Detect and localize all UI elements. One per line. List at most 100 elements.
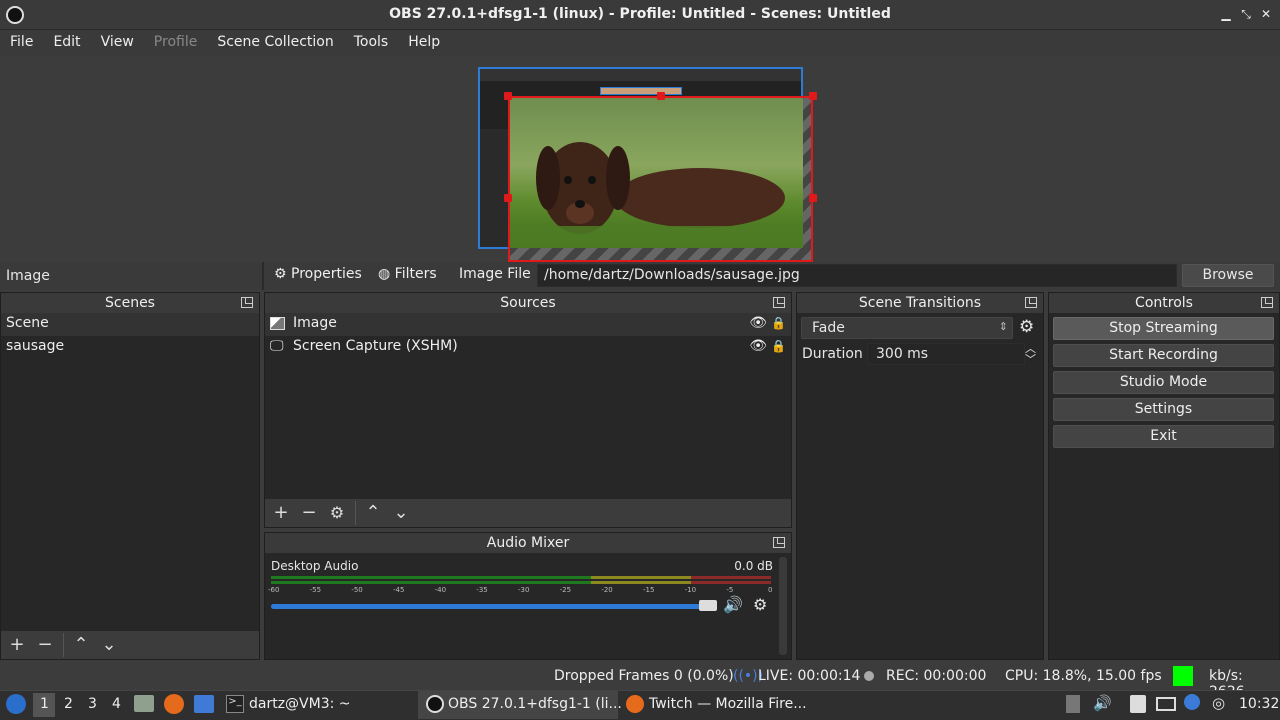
workspace-3[interactable]: 3 <box>88 696 97 712</box>
file-manager-icon[interactable] <box>134 695 154 712</box>
firefox-taskbar-icon <box>626 695 644 713</box>
volume-icon[interactable]: 🔊 <box>1093 694 1112 712</box>
volume-slider-track[interactable] <box>271 604 715 609</box>
duration-input[interactable]: 300 ms <box>867 343 1025 365</box>
window-title: OBS 27.0.1+dfsg1-1 (linux) - Profile: Un… <box>389 6 891 22</box>
menu-view[interactable]: View <box>91 30 144 50</box>
resize-handle-right[interactable] <box>809 194 817 202</box>
workspace-2[interactable]: 2 <box>64 696 73 712</box>
nested-obs-titlebar <box>480 69 801 81</box>
scene-item[interactable]: Scene <box>1 313 259 336</box>
notification-icon[interactable] <box>1184 694 1200 710</box>
dropped-frames: Dropped Frames 0 (0.0%) <box>554 668 734 684</box>
resize-handle-top-right[interactable] <box>809 92 817 100</box>
browse-button[interactable]: Browse <box>1182 264 1274 287</box>
transition-selected-value: Fade <box>812 320 845 336</box>
settings-button[interactable]: Settings <box>1053 398 1274 421</box>
menu-profile[interactable]: Profile <box>144 30 208 50</box>
minimize-icon[interactable]: ▁ <box>1218 6 1234 22</box>
divider <box>63 633 64 657</box>
duration-label: Duration <box>802 346 863 362</box>
lock-icon[interactable]: 🔒 <box>771 316 786 330</box>
meter-tick-label: -30 <box>518 586 530 594</box>
source-item-screen-capture[interactable]: 🖵 Screen Capture (XSHM) 👁 🔒 <box>265 336 791 359</box>
restore-icon[interactable]: ⤡ <box>1238 6 1254 22</box>
menu-bar: File Edit View Profile Scene Collection Tools… <box>0 30 1280 56</box>
scene-item[interactable]: sausage <box>1 336 259 359</box>
clipboard-icon[interactable] <box>1130 695 1146 713</box>
exit-button[interactable]: Exit <box>1053 425 1274 448</box>
sources-toolbar: + − ⚙ ⌃ ⌄ <box>265 499 791 527</box>
source-item-image[interactable]: Image 👁 🔒 <box>265 313 791 336</box>
studio-mode-button[interactable]: Studio Mode <box>1053 371 1274 394</box>
undock-icon[interactable] <box>241 297 253 308</box>
gear-icon: ⚙ <box>274 266 287 282</box>
connection-status-square <box>1173 666 1193 686</box>
taskbar-firefox[interactable]: Twitch — Mozilla Fire... <box>649 696 807 712</box>
undock-icon[interactable] <box>1261 297 1273 308</box>
move-up-icon[interactable]: ⌃ <box>363 503 383 523</box>
undock-icon[interactable] <box>773 537 785 548</box>
taskbar-terminal[interactable]: dartz@VM3: ~ <box>249 696 351 712</box>
controls-title: Controls <box>1135 295 1193 311</box>
firefox-icon[interactable] <box>164 694 184 714</box>
meter-yellow <box>591 576 691 579</box>
move-down-icon[interactable]: ⌄ <box>391 503 411 523</box>
mixer-title: Audio Mixer <box>486 535 570 551</box>
volume-slider-handle[interactable] <box>699 600 717 611</box>
transition-select[interactable]: Fade ⇕ <box>801 317 1013 339</box>
meter-tick-label: -10 <box>684 586 697 594</box>
stop-streaming-button[interactable]: Stop Streaming <box>1053 317 1274 340</box>
workspace-4[interactable]: 4 <box>112 696 121 712</box>
title-bar: OBS 27.0.1+dfsg1-1 (linux) - Profile: Un… <box>0 0 1280 30</box>
move-up-icon[interactable]: ⌃ <box>71 635 91 655</box>
transition-settings-gear-icon[interactable]: ⚙ <box>1019 317 1034 337</box>
audio-mixer-dock: Audio Mixer Desktop Audio 0.0 dB -60 -55 -… <box>264 532 792 660</box>
mixer-settings-gear-icon[interactable]: ⚙ <box>753 595 767 614</box>
start-menu-icon[interactable] <box>6 694 26 714</box>
storage-icon[interactable] <box>1066 695 1080 713</box>
network-icon[interactable]: ◎ <box>1212 694 1225 712</box>
eye-icon[interactable]: 👁 <box>749 315 767 331</box>
menu-scene-collection[interactable]: Scene Collection <box>207 30 343 50</box>
properties-button[interactable]: ⚙ Properties <box>274 266 362 286</box>
selected-image-source[interactable] <box>508 96 813 262</box>
undock-icon[interactable] <box>773 297 785 308</box>
speaker-icon[interactable]: 🔊 <box>723 595 743 614</box>
resize-handle-left[interactable] <box>504 194 512 202</box>
meter-tick-label: -25 <box>559 586 572 594</box>
scene-transitions-dock: Scene Transitions Fade ⇕ ⚙ Duration 300 m… <box>796 292 1044 660</box>
obs-taskbar-icon <box>426 695 444 713</box>
source-settings-icon[interactable]: ⚙ <box>327 503 347 523</box>
remove-source-icon[interactable]: − <box>299 503 319 523</box>
mixer-scrollbar[interactable] <box>779 557 787 655</box>
menu-edit[interactable]: Edit <box>43 30 90 50</box>
menu-file[interactable]: File <box>0 30 43 50</box>
toolbar-divider <box>262 262 264 290</box>
eye-icon[interactable]: 👁 <box>749 338 767 354</box>
meter-green <box>271 576 591 579</box>
undock-icon[interactable] <box>1025 297 1037 308</box>
properties-label: Properties <box>291 266 362 282</box>
filters-button[interactable]: ◍ Filters <box>378 266 437 286</box>
taskbar-obs[interactable]: OBS 27.0.1+dfsg1-1 (li... <box>448 696 622 712</box>
sources-header: Sources <box>265 293 791 313</box>
menu-help[interactable]: Help <box>398 30 450 50</box>
scenes-toolbar: + − ⌃ ⌄ <box>1 631 259 659</box>
lock-icon[interactable]: 🔒 <box>771 339 786 353</box>
workspace-1[interactable]: 1 <box>40 696 49 712</box>
close-icon[interactable]: ✕ <box>1258 6 1274 22</box>
start-recording-button[interactable]: Start Recording <box>1053 344 1274 367</box>
resize-handle-top[interactable] <box>657 92 665 100</box>
add-source-icon[interactable]: + <box>271 503 291 523</box>
add-scene-icon[interactable]: + <box>7 635 27 655</box>
move-down-icon[interactable]: ⌄ <box>99 635 119 655</box>
image-path-field[interactable]: /home/dartz/Downloads/sausage.jpg <box>537 264 1177 287</box>
menu-tools[interactable]: Tools <box>344 30 399 50</box>
resize-handle-top-left[interactable] <box>504 92 512 100</box>
duration-stepper-icon[interactable]: ︿ ﹀ <box>1025 343 1036 365</box>
scenes-dock: Scenes Scene sausage + − ⌃ ⌄ <box>0 292 260 660</box>
window-icon[interactable] <box>194 695 214 713</box>
display-icon[interactable] <box>1156 697 1176 711</box>
remove-scene-icon[interactable]: − <box>35 635 55 655</box>
